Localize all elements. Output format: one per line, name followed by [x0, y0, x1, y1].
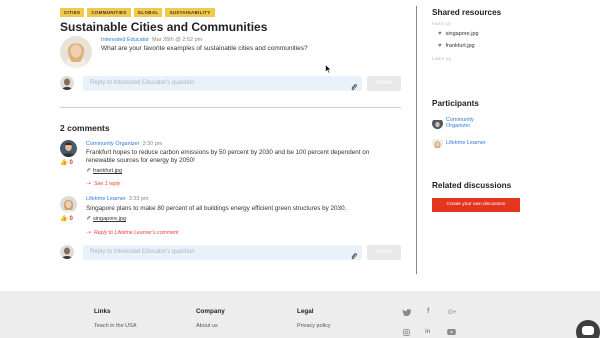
reply-link-label: Reply to Lifetime Learner's comment	[94, 229, 179, 236]
twitter-icon[interactable]	[402, 309, 412, 318]
footer-legal-column: Legal Privacy policy	[297, 308, 331, 329]
reply-placeholder: Reply to Interested Educator's question	[90, 80, 195, 86]
footer-link-privacy[interactable]: Privacy policy	[297, 323, 331, 329]
submit-button[interactable]: Submit	[367, 245, 401, 260]
reply-arrow-icon: ➝	[86, 230, 92, 236]
chat-icon	[582, 326, 594, 335]
comment-time: 3:33 pm	[128, 196, 149, 202]
heart-icon[interactable]: ♥	[438, 31, 442, 37]
like-count: 0	[69, 159, 73, 166]
footer-company-column: Company About us	[196, 308, 225, 329]
like-control[interactable]: 👍 0	[60, 215, 73, 223]
thumbs-up-icon[interactable]: 👍	[60, 215, 67, 222]
submit-button[interactable]: Submit	[367, 76, 401, 91]
footer-link-about[interactable]: About us	[196, 323, 225, 329]
reply-to-comment-link[interactable]: ➝ Reply to Lifetime Learner's comment	[86, 229, 179, 237]
reply-placeholder: Reply to Interested Educator's question	[90, 249, 195, 255]
current-user-avatar	[60, 245, 74, 259]
reply-arrow-icon: ➝	[86, 181, 92, 187]
create-discussion-button[interactable]: Create your own discussion	[432, 198, 520, 212]
like-control[interactable]: 👍 0	[60, 159, 73, 167]
comment-avatar[interactable]	[60, 140, 77, 157]
mouse-cursor-icon	[325, 64, 332, 74]
participant-item[interactable]: Lifetime Learner	[432, 137, 486, 148]
reply-link-label: See 1 reply	[94, 180, 121, 187]
youtube-icon[interactable]	[447, 329, 456, 337]
question-author[interactable]: Interested Educator	[101, 37, 149, 43]
participant-avatar	[432, 137, 443, 148]
comment-time: 3:30 pm	[142, 141, 163, 147]
footer: Links Teach in the USA Company About us …	[0, 291, 600, 338]
footer-company-heading: Company	[196, 308, 225, 315]
footer-links-column: Links Teach in the USA	[94, 308, 137, 329]
discussion-title: Sustainable Cities and Communities	[60, 20, 268, 34]
reply-input[interactable]: Reply to Interested Educator's question	[83, 76, 362, 91]
participant-name[interactable]: Community Organizer	[446, 117, 480, 129]
comment-text: Frankfurt hopes to reduce carbon emissio…	[86, 149, 370, 164]
comment-meta: Lifetime Learner 3:33 pm	[86, 196, 149, 202]
current-user-avatar	[60, 76, 74, 90]
file-item[interactable]: ♥ frankfurt.jpg	[438, 43, 475, 49]
heart-icon[interactable]: ♥	[438, 43, 442, 49]
column-separator	[416, 6, 417, 274]
thumbs-up-icon[interactable]: 👍	[60, 159, 67, 166]
facebook-icon[interactable]: f	[427, 308, 429, 315]
footer-links-heading: Links	[94, 308, 111, 315]
attachment-filename[interactable]: frankfurt.jpg	[93, 168, 122, 174]
file-name[interactable]: frankfurt.jpg	[446, 43, 475, 49]
google-plus-icon[interactable]: G+	[448, 309, 457, 316]
comment-meta: Community Organizer 3:30 pm	[86, 141, 162, 147]
footer-link-teach[interactable]: Teach in the USA	[94, 323, 137, 329]
links-label: LINKS (0)	[432, 57, 452, 61]
participant-item[interactable]: Community Organizer	[432, 117, 480, 129]
file-item[interactable]: ♥ singapore.jpg	[438, 31, 479, 37]
tag-global[interactable]: GLOBAL	[133, 8, 163, 17]
paperclip-icon	[86, 215, 91, 223]
tag-communities[interactable]: COMMUNITIES	[87, 8, 131, 17]
related-discussions-heading: Related discussions	[432, 181, 512, 190]
comment-text: Singapore plans to make 80 percent of al…	[86, 205, 347, 212]
attachment-filename[interactable]: singapore.jpg	[93, 216, 126, 222]
comments-count: 2 comments	[60, 123, 110, 133]
paperclip-icon[interactable]	[350, 248, 358, 260]
comment-author[interactable]: Lifetime Learner	[86, 196, 126, 202]
participant-name[interactable]: Lifetime Learner	[446, 140, 486, 146]
comment-attachment[interactable]: singapore.jpg	[86, 215, 126, 223]
like-count: 0	[69, 215, 73, 222]
file-name[interactable]: singapore.jpg	[446, 31, 479, 37]
reply-input[interactable]: Reply to Interested Educator's question	[83, 245, 362, 260]
instagram-icon[interactable]	[403, 329, 410, 338]
tag-sustainability[interactable]: SUSTAINABILITY	[165, 8, 215, 17]
shared-resources-heading: Shared resources	[432, 8, 502, 17]
tag-cities[interactable]: CITIES	[60, 8, 85, 17]
section-divider	[60, 107, 401, 108]
see-replies-link[interactable]: ➝ See 1 reply	[86, 180, 121, 188]
participant-avatar	[432, 118, 443, 129]
comment-author[interactable]: Community Organizer	[86, 141, 140, 147]
paperclip-icon	[86, 167, 91, 175]
linkedin-icon[interactable]: in	[425, 329, 430, 335]
files-label: FILES (2)	[432, 22, 451, 26]
comment-avatar[interactable]	[60, 196, 77, 213]
comment-attachment[interactable]: frankfurt.jpg	[86, 167, 122, 175]
question-time: Mar 26th @ 2:52 pm	[152, 37, 203, 43]
paperclip-icon[interactable]	[350, 79, 358, 91]
participants-heading: Participants	[432, 99, 479, 108]
reply-row-bottom: Reply to Interested Educator's question …	[60, 245, 401, 261]
question-text: What are your favorite examples of susta…	[101, 45, 308, 52]
chat-widget-button[interactable]	[576, 320, 600, 338]
reply-row-top: Reply to Interested Educator's question …	[60, 76, 401, 92]
footer-legal-heading: Legal	[297, 308, 314, 315]
question-meta: Interested Educator Mar 26th @ 2:52 pm	[101, 37, 202, 43]
tag-list: CITIES COMMUNITIES GLOBAL SUSTAINABILITY	[60, 8, 215, 17]
author-avatar[interactable]	[60, 36, 92, 68]
